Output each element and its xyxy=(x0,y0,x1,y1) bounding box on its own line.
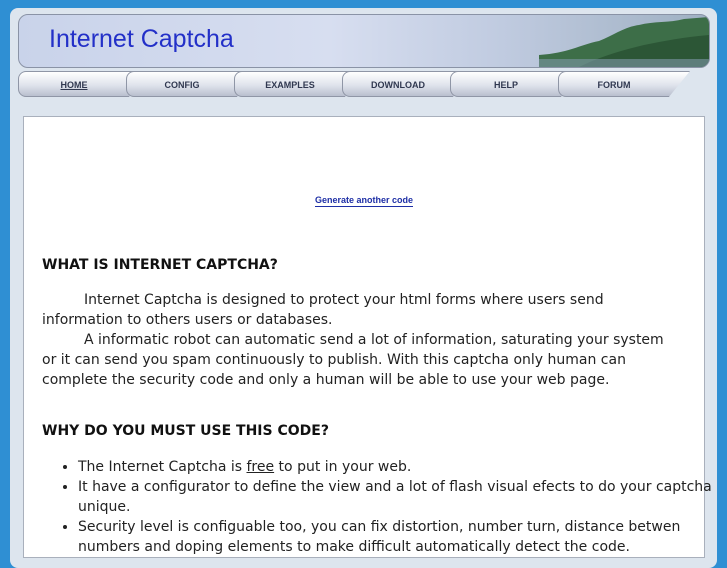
main-nav: HOME CONFIG EXAMPLES DOWNLOAD HELP FORUM xyxy=(18,71,710,99)
generate-code-link-row: Generate another code xyxy=(24,195,704,207)
free-link[interactable]: free xyxy=(247,459,275,475)
list-item: It have a configurator to define the vie… xyxy=(78,477,718,517)
paragraph-robot: A informatic robot can automatic send a … xyxy=(42,332,664,388)
island-landscape-image xyxy=(539,17,709,67)
section-title-what: WHAT IS INTERNET CAPTCHA? xyxy=(42,257,278,273)
site-header: Internet Captcha xyxy=(18,14,710,68)
list-item: Security level is configuable too, you c… xyxy=(78,517,718,557)
features-list: The Internet Captcha is free to put in y… xyxy=(42,457,718,557)
paragraph-intro: Internet Captcha is designed to protect … xyxy=(42,292,604,328)
tab-forum[interactable]: FORUM xyxy=(558,71,690,97)
generate-code-link[interactable]: Generate another code xyxy=(314,195,414,207)
list-item: The Internet Captcha is free to put in y… xyxy=(78,457,718,477)
main-content: Generate another code WHAT IS INTERNET C… xyxy=(23,116,712,558)
site-title: Internet Captcha xyxy=(49,25,234,53)
section-title-why: WHY DO YOU MUST USE THIS CODE? xyxy=(42,423,329,439)
